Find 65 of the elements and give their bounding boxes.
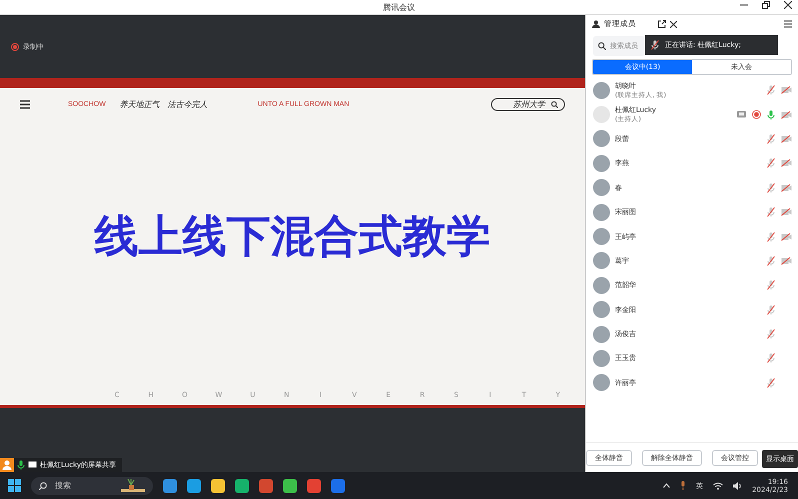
mic-icon[interactable]	[680, 481, 686, 490]
muted-mic-icon[interactable]	[767, 329, 775, 340]
window-title: 腾讯会议	[383, 2, 415, 12]
taskbar-app-icon[interactable]	[211, 478, 225, 492]
search-icon	[39, 482, 47, 490]
avatar	[593, 82, 610, 99]
taskbar-search-field[interactable]: 搜索	[31, 476, 153, 494]
muted-mic-icon[interactable]	[767, 304, 775, 315]
muted-mic-icon[interactable]	[767, 134, 775, 144]
menu-icon	[20, 100, 30, 108]
muted-mic-icon[interactable]	[767, 378, 775, 388]
pop-out-icon[interactable]	[658, 20, 666, 28]
avatar	[593, 252, 610, 270]
plant-icon	[121, 478, 145, 492]
camera-off-icon[interactable]	[781, 256, 792, 265]
avatar	[593, 374, 610, 392]
taskbar-app-icon[interactable]	[163, 478, 177, 492]
taskbar-app-icon[interactable]	[283, 478, 297, 492]
camera-off-icon[interactable]	[781, 159, 792, 168]
avatar	[593, 350, 610, 367]
muted-mic-icon[interactable]	[767, 232, 775, 242]
taskbar-app-icon[interactable]	[187, 478, 201, 492]
muted-mic-icon[interactable]	[767, 353, 775, 364]
avatar	[593, 106, 610, 124]
muted-mic-icon[interactable]	[767, 182, 775, 193]
avatar	[593, 276, 610, 294]
restore-icon[interactable]	[762, 1, 770, 9]
avatar	[593, 301, 610, 318]
camera-off-icon[interactable]	[781, 134, 792, 143]
speaker-icon[interactable]	[733, 482, 742, 490]
close-icon[interactable]	[670, 20, 677, 28]
menu-icon[interactable]	[784, 20, 792, 28]
calligraphy-motto: 法古今完人	[168, 98, 208, 110]
wifi-icon[interactable]	[713, 482, 724, 490]
record-icon	[11, 42, 19, 50]
muted-mic-icon[interactable]	[651, 40, 659, 50]
avatar	[593, 228, 610, 246]
search-icon	[598, 42, 606, 50]
close-icon[interactable]	[784, 1, 792, 9]
muted-mic-icon[interactable]	[767, 158, 775, 168]
camera-off-icon[interactable]	[781, 184, 792, 192]
start-icon[interactable]	[8, 479, 21, 492]
camera-off-icon[interactable]	[781, 86, 792, 94]
chevron-up-icon[interactable]	[663, 483, 670, 488]
camera-off-icon[interactable]	[781, 232, 792, 241]
muted-mic-icon[interactable]	[767, 85, 775, 96]
university-logo: 苏州大学	[513, 98, 545, 110]
muted-mic-icon[interactable]	[767, 280, 775, 290]
avatar	[593, 154, 610, 172]
members-icon	[592, 20, 600, 28]
calligraphy-motto: 养天地正气	[120, 98, 160, 110]
muted-mic-icon[interactable]	[767, 256, 775, 266]
camera-off-icon[interactable]	[781, 110, 792, 119]
muted-mic-icon[interactable]	[767, 207, 775, 218]
avatar	[593, 204, 610, 221]
mic-icon[interactable]	[17, 460, 25, 470]
slide-title: 线上线下混合式教学	[93, 210, 492, 264]
avatar	[593, 179, 610, 196]
search-icon	[551, 100, 558, 108]
person-icon	[0, 458, 14, 472]
avatar	[593, 326, 610, 343]
taskbar-app-icon[interactable]	[235, 478, 249, 492]
screen-icon	[28, 461, 37, 469]
camera-off-icon[interactable]	[781, 208, 792, 216]
avatar	[593, 130, 610, 148]
